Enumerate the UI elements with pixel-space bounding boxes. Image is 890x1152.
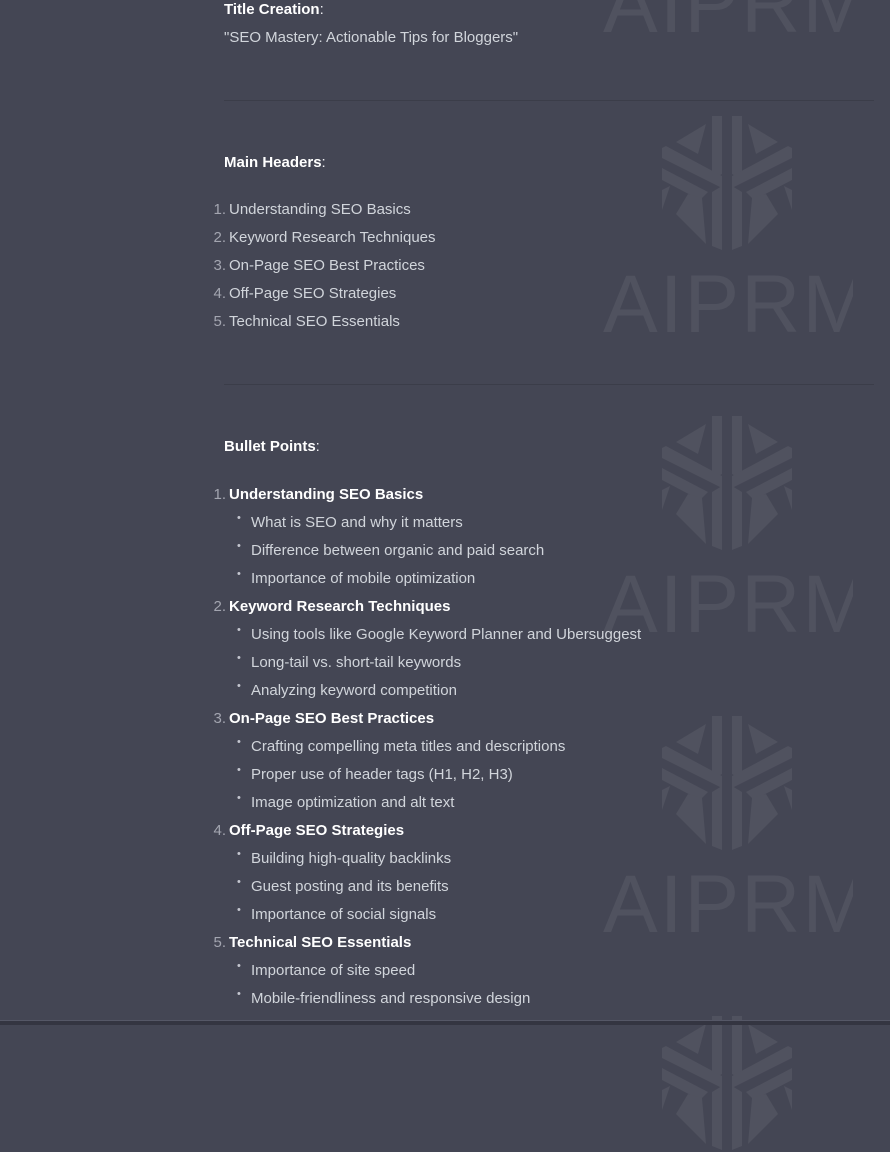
- list-item: 2. Keyword Research Techniques: [206, 229, 436, 246]
- list-number: 1.: [213, 486, 226, 503]
- bullet-item: • Long-tail vs. short-tail keywords: [237, 652, 462, 671]
- list-item: 4. Off-Page SEO Strategies: [206, 285, 396, 302]
- list-number: 3.: [213, 710, 226, 727]
- bullet-text: Proper use of header tags (H1, H2, H3): [251, 766, 513, 783]
- list-item: 5. Technical SEO Essentials: [206, 313, 400, 330]
- bullet-section-heading: 2. Keyword Research Techniques: [206, 598, 450, 615]
- bullet-item: • Guest posting and its benefits: [237, 876, 449, 895]
- bullet-text: Difference between organic and paid sear…: [251, 542, 545, 559]
- bullet-item: • Importance of mobile optimization: [237, 568, 476, 587]
- bullet-dot-icon: •: [237, 960, 241, 972]
- bullet-dot-icon: •: [237, 764, 241, 776]
- bullet-section-heading: 5. Technical SEO Essentials: [206, 934, 411, 951]
- list-item: 3. On-Page SEO Best Practices: [206, 257, 425, 274]
- list-number: 5.: [213, 313, 226, 330]
- bullet-item: • Analyzing keyword competition: [237, 680, 457, 699]
- section-divider: [224, 384, 874, 385]
- bullet-text: Using tools like Google Keyword Planner …: [251, 626, 642, 643]
- bullet-dot-icon: •: [237, 736, 241, 748]
- bullet-item: • Importance of social signals: [237, 904, 437, 923]
- aiprm-logo-icon: [662, 716, 792, 850]
- bullet-dot-icon: •: [237, 568, 241, 580]
- bottom-edge: [0, 1020, 890, 1025]
- bullet-dot-icon: •: [237, 540, 241, 552]
- bullet-item: • Proper use of header tags (H1, H2, H3): [237, 764, 513, 783]
- bullet-item: • Mobile-friendliness and responsive desi…: [237, 988, 531, 1007]
- bullet-text: Importance of mobile optimization: [251, 570, 476, 587]
- bullet-item: • What is SEO and why it matters: [237, 512, 463, 531]
- bullet-dot-icon: •: [237, 988, 241, 1000]
- bullet-text: Analyzing keyword competition: [251, 682, 457, 699]
- bullet-text: Importance of social signals: [251, 906, 437, 923]
- bullet-points-label: Bullet Points:: [224, 438, 320, 455]
- bullet-dot-icon: •: [237, 848, 241, 860]
- bullet-dot-icon: •: [237, 680, 241, 692]
- bullet-item: • Using tools like Google Keyword Planner…: [237, 624, 642, 643]
- list-item-text: Off-Page SEO Strategies: [229, 285, 397, 302]
- list-number: 2.: [213, 229, 226, 246]
- bullet-section-heading: 3. On-Page SEO Best Practices: [206, 710, 434, 727]
- title-creation-label: Title Creation:: [224, 1, 324, 18]
- list-number: 4.: [213, 822, 226, 839]
- aiprm-watermark: AIPRM AIPRM AIPRM AIPRM: [0, 0, 890, 1150]
- watermark-text: AIPRM: [603, 275, 853, 335]
- list-number: 1.: [213, 201, 226, 218]
- bullet-item: • Importance of site speed: [237, 960, 416, 979]
- bullet-dot-icon: •: [237, 904, 241, 916]
- section-title: Off-Page SEO Strategies: [229, 822, 405, 839]
- bullet-text: Building high-quality backlinks: [251, 850, 452, 867]
- list-item-text: Technical SEO Essentials: [229, 313, 400, 330]
- title-creation-value: "SEO Mastery: Actionable Tips for Blogge…: [224, 29, 519, 46]
- watermark-text: AIPRM: [603, 875, 853, 935]
- list-number: 3.: [213, 257, 226, 274]
- list-item: 1. Understanding SEO Basics: [206, 201, 411, 218]
- bullet-dot-icon: •: [237, 652, 241, 664]
- bullet-item: • Difference between organic and paid sea…: [237, 540, 545, 559]
- bullet-dot-icon: •: [237, 512, 241, 524]
- bullet-dot-icon: •: [237, 792, 241, 804]
- bullet-text: Importance of site speed: [251, 962, 416, 979]
- bullet-text: Image optimization and alt text: [251, 794, 455, 811]
- main-headers-label: Main Headers:: [224, 154, 326, 171]
- bullet-text: Mobile-friendliness and responsive desig…: [251, 990, 531, 1007]
- bullet-text: Crafting compelling meta titles and desc…: [251, 738, 566, 755]
- list-number: 5.: [213, 934, 226, 951]
- bullet-item: • Image optimization and alt text: [237, 792, 455, 811]
- bullet-dot-icon: •: [237, 624, 241, 636]
- bullet-item: • Crafting compelling meta titles and des…: [237, 736, 566, 755]
- section-title: On-Page SEO Best Practices: [229, 710, 435, 727]
- aiprm-logo-icon: [662, 116, 792, 250]
- aiprm-logo-icon: [662, 416, 792, 550]
- list-item-text: On-Page SEO Best Practices: [229, 257, 425, 274]
- section-divider: [224, 100, 874, 101]
- list-number: 4.: [213, 285, 226, 302]
- bullet-section-heading: 1. Understanding SEO Basics: [206, 486, 423, 503]
- watermark-text: AIPRM: [603, 0, 853, 35]
- list-item-text: Keyword Research Techniques: [229, 229, 436, 246]
- section-title: Technical SEO Essentials: [229, 934, 412, 951]
- bullet-text: Long-tail vs. short-tail keywords: [251, 654, 462, 671]
- list-number: 2.: [213, 598, 226, 615]
- list-item-text: Understanding SEO Basics: [229, 201, 411, 218]
- bullet-text: Guest posting and its benefits: [251, 878, 449, 895]
- aiprm-logo-icon: [662, 1016, 792, 1150]
- section-title: Understanding SEO Basics: [229, 486, 424, 503]
- bullet-dot-icon: •: [237, 876, 241, 888]
- bullet-section-heading: 4. Off-Page SEO Strategies: [206, 822, 404, 839]
- section-title: Keyword Research Techniques: [229, 598, 451, 615]
- bullet-text: What is SEO and why it matters: [251, 514, 463, 531]
- bullet-item: • Building high-quality backlinks: [237, 848, 452, 867]
